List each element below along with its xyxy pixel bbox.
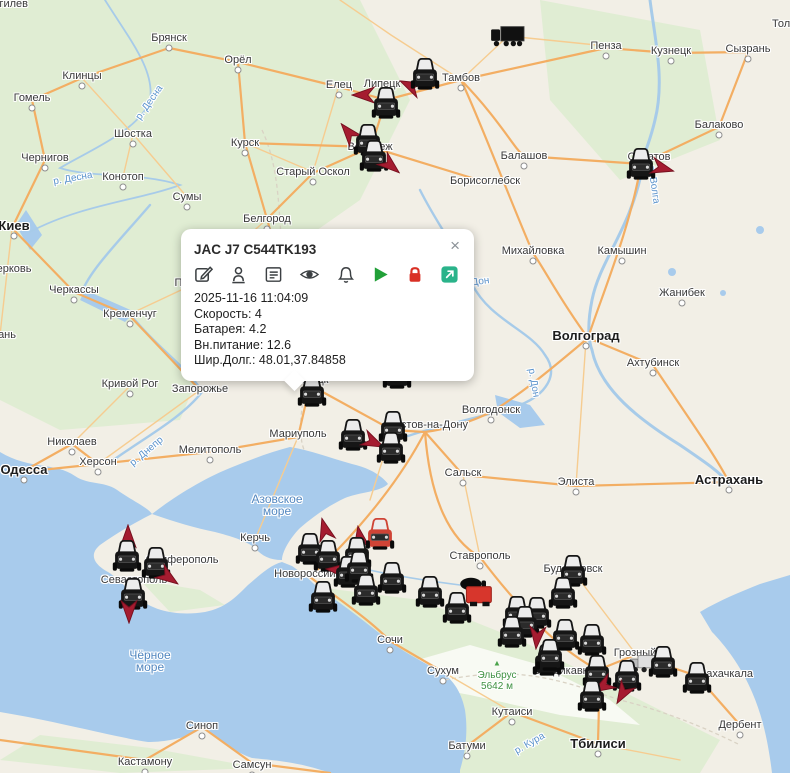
vehicle-marker-car[interactable] xyxy=(497,616,527,649)
vehicle-marker-car[interactable] xyxy=(535,639,565,672)
popup-info-line: Вн.питание: 12.6 xyxy=(194,338,461,354)
vehicle-marker-car[interactable] xyxy=(371,87,401,120)
vehicle-marker-car[interactable] xyxy=(112,540,142,573)
open-icon[interactable] xyxy=(440,265,459,284)
vehicle-marker-car[interactable] xyxy=(377,562,407,595)
vehicle-marker-truck[interactable] xyxy=(490,24,526,48)
vehicle-marker-car[interactable] xyxy=(577,680,607,713)
vehicle-marker-car[interactable] xyxy=(410,58,440,91)
eye-icon[interactable] xyxy=(299,265,320,284)
popup-info-line: Батарея: 4.2 xyxy=(194,322,461,338)
popup-header: JAC J7 C544TK193 × xyxy=(194,239,461,257)
map-marker-layer xyxy=(0,0,790,773)
bell-icon[interactable] xyxy=(337,265,355,284)
vehicle-marker-car[interactable] xyxy=(648,646,678,679)
vehicle-marker-car[interactable] xyxy=(442,592,472,625)
play-icon[interactable] xyxy=(371,265,390,284)
vehicle-marker-car[interactable] xyxy=(415,576,445,609)
vehicle-marker-car[interactable] xyxy=(548,577,578,610)
vehicle-marker-car[interactable] xyxy=(577,624,607,657)
popup-title: JAC J7 C544TK193 xyxy=(194,239,316,257)
popup-info-line: Шир.Долг.: 48.01,37.84858 xyxy=(194,353,461,369)
popup-fields: 2025-11-16 11:04:09Скорость: 4Батарея: 4… xyxy=(194,291,461,369)
driver-icon[interactable] xyxy=(229,265,248,284)
vehicle-marker-car[interactable] xyxy=(308,581,338,614)
map-view[interactable]: МогилевБрянскОрёлКлинцыГомельШосткаКурск… xyxy=(0,0,790,773)
popup-info-line: 2025-11-16 11:04:09 xyxy=(194,291,461,307)
popup-toolbar xyxy=(194,265,459,284)
edit-icon[interactable] xyxy=(194,265,213,284)
list-icon[interactable] xyxy=(264,265,283,284)
close-icon[interactable]: × xyxy=(449,239,461,253)
vehicle-marker-car[interactable] xyxy=(682,662,712,695)
vehicle-marker-car[interactable] xyxy=(376,432,406,465)
popup-info-line: Скорость: 4 xyxy=(194,307,461,323)
vehicle-marker-arrow xyxy=(119,598,139,624)
vehicle-popup: JAC J7 C544TK193 × 2025-11-16 11:04:09Ск… xyxy=(181,229,474,381)
lock-icon[interactable] xyxy=(406,265,424,284)
